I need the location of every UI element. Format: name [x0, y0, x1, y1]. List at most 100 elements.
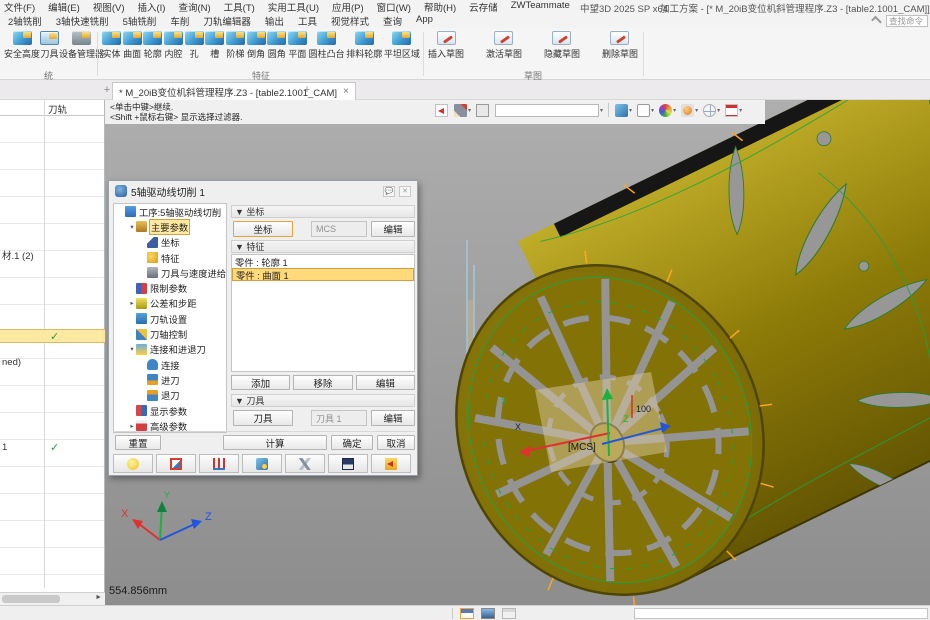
- tool-edit-button[interactable]: 编辑: [371, 410, 415, 426]
- new-tab-button[interactable]: +: [300, 83, 314, 97]
- search-input[interactable]: [886, 15, 928, 27]
- table-row[interactable]: ✓: [0, 329, 105, 343]
- coordinate-value-field[interactable]: MCS: [311, 221, 367, 237]
- feature-action-button[interactable]: 移除: [293, 375, 352, 390]
- ribbon-button[interactable]: 轮廓: [143, 28, 162, 60]
- expander-icon[interactable]: ▸: [128, 422, 136, 430]
- viewport-tool-button[interactable]: ▾: [454, 104, 471, 117]
- viewport-tool-button[interactable]: ▾: [703, 104, 720, 117]
- ribbon-button[interactable]: 阶梯: [226, 28, 245, 60]
- viewport-tool-button[interactable]: [608, 103, 610, 117]
- menu-item[interactable]: 文件(F): [4, 0, 35, 14]
- collapse-ribbon-icon[interactable]: [871, 16, 882, 27]
- tree-item[interactable]: ▾ 主要参数: [114, 219, 226, 234]
- ribbon-tab[interactable]: App: [416, 14, 433, 28]
- ribbon-tab[interactable]: 输出: [265, 14, 284, 28]
- coordinate-edit-button[interactable]: 编辑: [371, 221, 415, 237]
- feature-list-item[interactable]: 零件 : 轮廓 1: [232, 255, 414, 268]
- feature-action-button[interactable]: 添加: [231, 375, 290, 390]
- scroll-right-arrow[interactable]: ►: [95, 594, 102, 601]
- quickbar-button[interactable]: [285, 454, 325, 473]
- quickbar-button[interactable]: [371, 454, 411, 473]
- tree-item[interactable]: 刀轨设置: [114, 311, 226, 326]
- statusbar-toggle[interactable]: [460, 608, 474, 619]
- ribbon-tab[interactable]: 3轴快速铣削: [56, 14, 109, 28]
- ribbon-tab[interactable]: 视觉样式: [331, 14, 369, 28]
- cancel-button[interactable]: 取消: [377, 435, 415, 450]
- reset-button[interactable]: 重置: [115, 435, 161, 450]
- tree-item[interactable]: 限制参数: [114, 280, 226, 295]
- close-icon[interactable]: ✕: [399, 186, 411, 197]
- close-tab-icon[interactable]: ×: [343, 86, 349, 97]
- quickbar-button[interactable]: [242, 454, 282, 473]
- menu-item[interactable]: 编辑(E): [48, 0, 80, 14]
- viewport-tool-button[interactable]: ▾: [725, 104, 742, 117]
- viewport-tool-button[interactable]: ▾: [615, 104, 632, 117]
- quickbar-button[interactable]: [328, 454, 368, 473]
- ok-button[interactable]: 确定: [331, 435, 373, 450]
- tree-item[interactable]: 进刀: [114, 372, 226, 387]
- comment-icon[interactable]: 💬: [383, 186, 395, 197]
- section-header-tool[interactable]: ▼ 刀具: [231, 394, 415, 407]
- ribbon-button[interactable]: 排料轮廓: [346, 28, 382, 60]
- ribbon-button[interactable]: 内腔: [164, 28, 183, 60]
- ribbon-button[interactable]: 平面: [288, 28, 307, 60]
- menu-item[interactable]: 实用工具(U): [268, 0, 319, 14]
- ribbon-button[interactable]: 曲面: [123, 28, 142, 60]
- menu-item[interactable]: 视图(V): [93, 0, 125, 14]
- tool-button[interactable]: 刀具: [233, 410, 293, 426]
- feature-list-item[interactable]: 零件 : 曲面 1: [232, 268, 414, 281]
- tree-item[interactable]: 显示参数: [114, 403, 226, 418]
- ribbon-button[interactable]: 插入草图: [428, 28, 464, 60]
- statusbar-toggle[interactable]: [481, 608, 495, 619]
- menu-item[interactable]: ZWTeammate: [511, 0, 570, 14]
- menu-item[interactable]: 应用(P): [332, 0, 364, 14]
- ribbon-button[interactable]: 刀具: [40, 28, 59, 60]
- ribbon-button[interactable]: 槽: [205, 28, 224, 60]
- ribbon-button[interactable]: 实体: [102, 28, 121, 60]
- viewport-tool-button[interactable]: ▾: [637, 104, 654, 117]
- operation-dialog[interactable]: 5轴驱动线切削 1 💬 ✕ 工序:5轴驱动线切削 ▾ 主要参数 坐标: [108, 180, 418, 476]
- dialog-title-bar[interactable]: 5轴驱动线切削 1 💬 ✕: [109, 181, 417, 201]
- tree-item[interactable]: 刀具与速度进给: [114, 265, 226, 280]
- ribbon-button[interactable]: 隐藏草图: [544, 28, 580, 60]
- ribbon-button[interactable]: 平坦区域: [384, 28, 420, 60]
- statusbar-input[interactable]: [634, 608, 928, 619]
- viewport-tool-button[interactable]: [435, 104, 449, 117]
- compute-button[interactable]: 计算: [223, 435, 327, 450]
- table-row[interactable]: 1 ✓: [0, 441, 105, 455]
- viewport-tool-button[interactable]: [476, 104, 490, 117]
- menu-item[interactable]: 帮助(H): [424, 0, 456, 14]
- ribbon-button[interactable]: 孔: [185, 28, 204, 60]
- viewport-tool-button[interactable]: ▾: [495, 104, 603, 117]
- table-row[interactable]: ned): [0, 356, 105, 370]
- expander-icon[interactable]: ▾: [128, 345, 136, 353]
- menu-item[interactable]: 云存储: [469, 0, 498, 14]
- section-header-feature[interactable]: ▼ 特征: [231, 240, 415, 253]
- tree-item[interactable]: ▸ 公差和步距: [114, 296, 226, 311]
- section-header-coordinate[interactable]: ▼ 坐标: [231, 205, 415, 218]
- horizontal-scrollbar[interactable]: ►: [0, 592, 105, 605]
- tree-item[interactable]: 坐标: [114, 235, 226, 250]
- document-tab[interactable]: * M_20iB变位机斜管理程序.Z3 - [table2.1001_CAM] …: [112, 82, 356, 100]
- ribbon-tab[interactable]: 5轴铣削: [123, 14, 157, 28]
- menu-item[interactable]: 窗口(W): [377, 0, 411, 14]
- table-row[interactable]: 材.1 (2): [0, 247, 105, 261]
- expander-icon[interactable]: ▸: [128, 299, 136, 307]
- menu-item[interactable]: 插入(I): [137, 0, 165, 14]
- quickbar-button[interactable]: [113, 454, 153, 473]
- ribbon-tab[interactable]: 刀轨编辑器: [203, 14, 251, 28]
- viewport-tool-button[interactable]: ▾: [659, 104, 676, 117]
- ribbon-tab[interactable]: 工具: [298, 14, 317, 28]
- menu-item[interactable]: 工具(T): [224, 0, 255, 14]
- feature-action-button[interactable]: 编辑: [356, 375, 415, 390]
- tree-item[interactable]: 退刀: [114, 388, 226, 403]
- ribbon-button[interactable]: 安全高度: [4, 28, 40, 60]
- ribbon-button[interactable]: 圆角: [267, 28, 286, 60]
- ribbon-button[interactable]: 激活草图: [486, 28, 522, 60]
- coordinate-button[interactable]: 坐标: [233, 221, 293, 237]
- quickbar-button[interactable]: [199, 454, 239, 473]
- tree-item[interactable]: 刀轴控制: [114, 326, 226, 341]
- ribbon-button[interactable]: 圆柱凸台: [309, 28, 345, 60]
- scrollbar-thumb[interactable]: [2, 595, 60, 603]
